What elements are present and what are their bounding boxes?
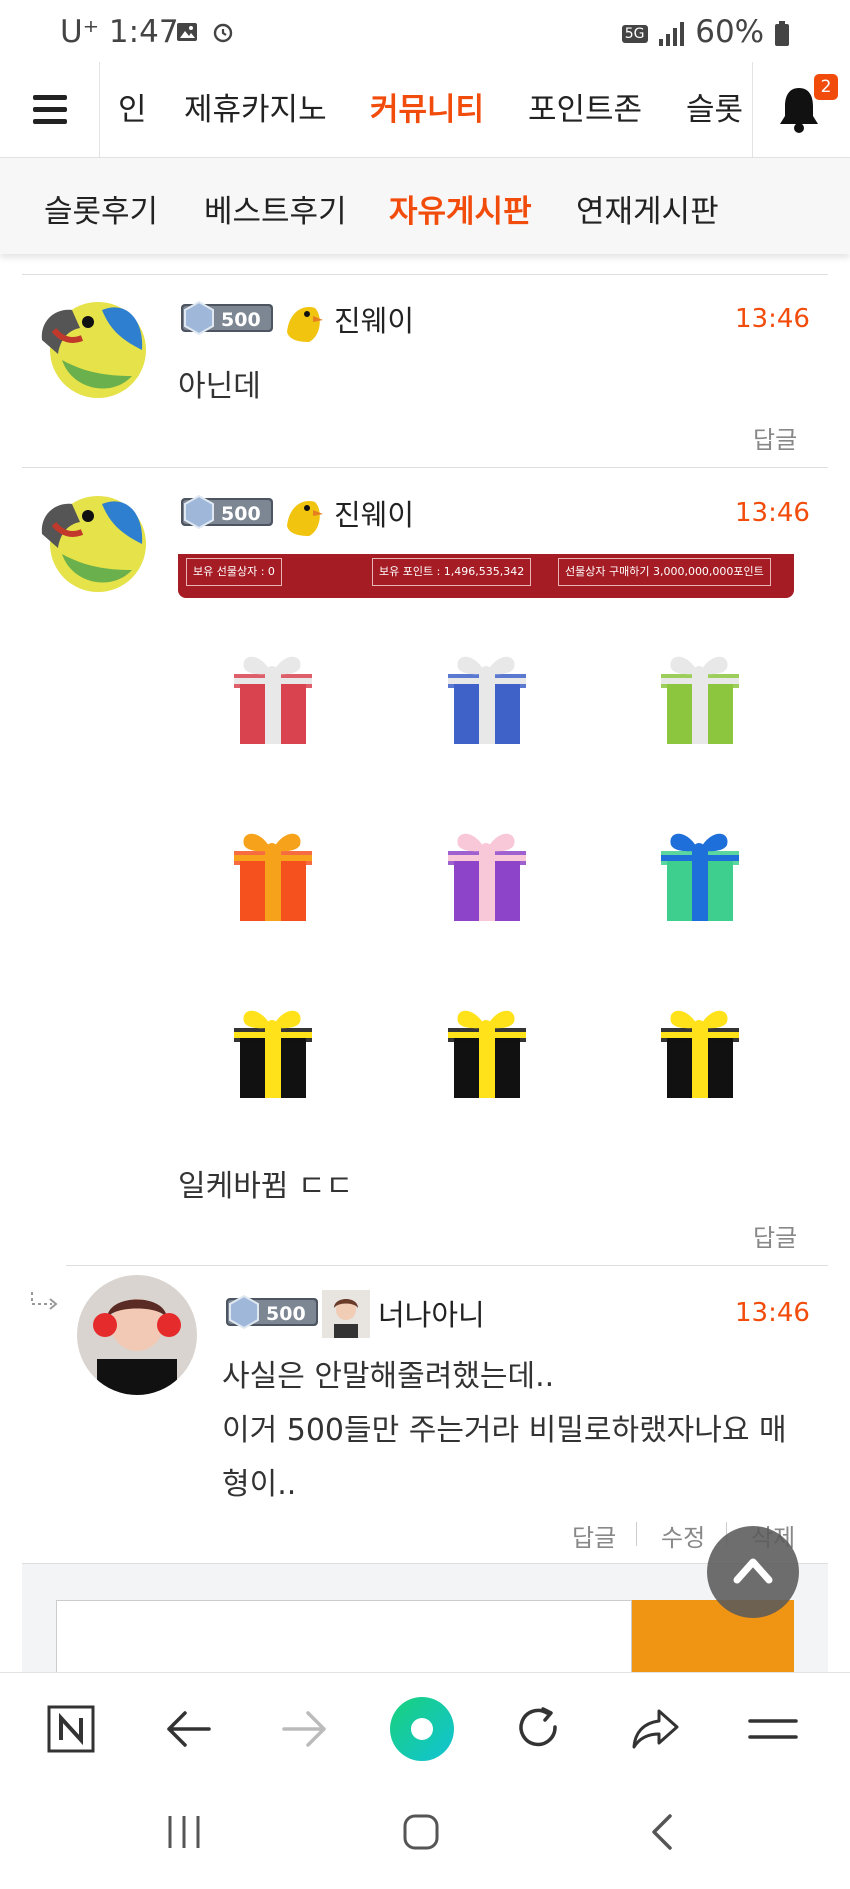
parrot-avatar-icon xyxy=(32,474,152,594)
gift-box-icon[interactable] xyxy=(210,640,334,752)
back-icon[interactable] xyxy=(648,1812,676,1852)
notification-badge: 2 xyxy=(814,74,838,100)
gift-box-icon[interactable] xyxy=(424,640,548,752)
action-separator xyxy=(636,1522,637,1546)
nav-item-slot[interactable]: 슬롯 xyxy=(686,84,743,129)
forward-arrow-icon xyxy=(281,1711,326,1747)
recent-apps-icon[interactable] xyxy=(166,1812,202,1852)
gift-box-icon[interactable] xyxy=(637,817,761,929)
parrot-mini-icon xyxy=(279,490,327,538)
green-dot-icon xyxy=(389,1697,454,1761)
gift-box-icon[interactable] xyxy=(637,994,761,1106)
level-500-icon: 500 xyxy=(226,1294,318,1330)
nav-item-partner-casino[interactable]: 제휴카지노 xyxy=(184,84,327,129)
gift-box-icon[interactable] xyxy=(424,817,548,929)
divider xyxy=(66,1265,828,1266)
refresh-button[interactable] xyxy=(480,1673,597,1785)
nav-item-partial[interactable]: 인 xyxy=(118,84,147,129)
level-number: 500 xyxy=(266,1303,306,1325)
menu-icon xyxy=(747,1719,798,1739)
gift-box-icon[interactable] xyxy=(210,817,334,929)
battery-icon xyxy=(775,20,789,46)
gift-box-icon[interactable] xyxy=(210,994,334,1106)
status-right: 5G 60% xyxy=(621,14,790,50)
gift-box-icon[interactable] xyxy=(424,994,548,1106)
owned-boxes-label: 보유 선물상자 : 0 xyxy=(186,558,282,586)
gallery-icon xyxy=(177,23,197,41)
reply-button[interactable]: 답글 xyxy=(753,420,797,455)
naver-n-icon xyxy=(47,1705,94,1753)
naver-home-button[interactable] xyxy=(12,1673,129,1785)
comment-time: 13:46 xyxy=(735,304,810,334)
level-badge: 500 xyxy=(181,494,273,530)
network-badge: 5G xyxy=(621,24,648,43)
notification-button[interactable]: 2 xyxy=(752,62,850,158)
parrot-avatar-icon xyxy=(32,280,152,400)
divider xyxy=(22,274,828,275)
sub-nav: 슬롯후기 베스트후기 자유게시판 연재게시판 xyxy=(0,158,850,254)
buy-gift-box-button[interactable]: 선물상자 구매하기 3,000,000,000포인트 xyxy=(558,558,771,586)
level-number: 500 xyxy=(221,309,261,331)
comment-text: 아닌데 xyxy=(178,369,261,404)
status-bar: U⁺ 1:47 5G 60% xyxy=(0,0,850,62)
green-dot-button[interactable] xyxy=(363,1673,480,1785)
nickname[interactable]: 진웨이 xyxy=(334,298,414,340)
scroll-to-top-button[interactable] xyxy=(707,1526,799,1618)
comment-text: 일케바뀜 ㄷㄷ xyxy=(178,1169,354,1204)
reply-arrow-icon xyxy=(31,1292,58,1310)
level-badge: 500 xyxy=(181,300,273,336)
reply-button[interactable]: 답글 xyxy=(753,1218,797,1253)
top-nav-items: 인 제휴카지노 커뮤니티 포인트존 슬롯 xyxy=(100,62,752,158)
nav-item-point-zone[interactable]: 포인트존 xyxy=(528,84,642,129)
gift-box-icon[interactable] xyxy=(637,640,761,752)
owned-points-label: 보유 포인트 : 1,496,535,342 xyxy=(372,558,532,586)
signal-icon xyxy=(659,21,685,46)
avatar[interactable] xyxy=(32,280,152,400)
comment-text-line-2: 이거 500들만 주는거라 비밀로하랬자나요 매 xyxy=(222,1413,787,1448)
divider xyxy=(22,467,828,468)
avatar[interactable] xyxy=(77,1275,197,1395)
system-nav-bar xyxy=(0,1784,850,1889)
edit-button[interactable]: 수정 xyxy=(661,1518,705,1553)
browser-menu-button[interactable] xyxy=(714,1673,831,1785)
share-icon xyxy=(632,1709,678,1749)
gift-box-banner: 보유 선물상자 : 0 보유 포인트 : 1,496,535,342 선물상자 … xyxy=(178,554,794,598)
level-500-icon: 500 xyxy=(181,494,273,530)
battery-label: 60% xyxy=(695,14,765,50)
back-arrow-icon xyxy=(166,1711,211,1747)
alarm-icon xyxy=(213,23,233,43)
comment-time: 13:46 xyxy=(735,498,810,528)
chevron-up-icon xyxy=(733,1558,773,1584)
refresh-icon xyxy=(518,1707,557,1747)
level-500-icon: 500 xyxy=(181,300,273,336)
parrot-mini-icon xyxy=(279,296,327,344)
nickname[interactable]: 진웨이 xyxy=(334,492,414,534)
level-number: 500 xyxy=(221,503,261,525)
tab-serial-board[interactable]: 연재게시판 xyxy=(576,186,719,231)
level-badge: 500 xyxy=(226,1294,318,1330)
carrier-label: U⁺ 1:47 xyxy=(60,14,179,50)
avatar[interactable] xyxy=(32,474,152,594)
user-mini-avatar-icon xyxy=(322,1290,370,1338)
nickname[interactable]: 너나아니 xyxy=(378,1292,485,1334)
tab-free-board[interactable]: 자유게시판 xyxy=(389,186,532,231)
top-nav: 인 제휴카지노 커뮤니티 포인트존 슬롯 2 xyxy=(0,62,850,158)
forward-button[interactable] xyxy=(246,1673,363,1785)
tab-slot-reviews[interactable]: 슬롯후기 xyxy=(44,186,158,231)
home-icon[interactable] xyxy=(401,1812,441,1852)
tab-best-reviews[interactable]: 베스트후기 xyxy=(204,186,347,231)
share-button[interactable] xyxy=(597,1673,714,1785)
comment-text-line-1: 사실은 안말해줄려했는데.. xyxy=(222,1359,555,1394)
reply-button[interactable]: 답글 xyxy=(572,1518,616,1553)
comment-text-line-3: 형이.. xyxy=(222,1467,297,1502)
comment-time: 13:46 xyxy=(735,1298,810,1328)
person-avatar-icon xyxy=(77,1275,197,1395)
nav-item-community[interactable]: 커뮤니티 xyxy=(370,84,484,129)
hamburger-menu-icon[interactable] xyxy=(0,62,100,158)
back-button[interactable] xyxy=(129,1673,246,1785)
browser-toolbar xyxy=(0,1672,850,1784)
